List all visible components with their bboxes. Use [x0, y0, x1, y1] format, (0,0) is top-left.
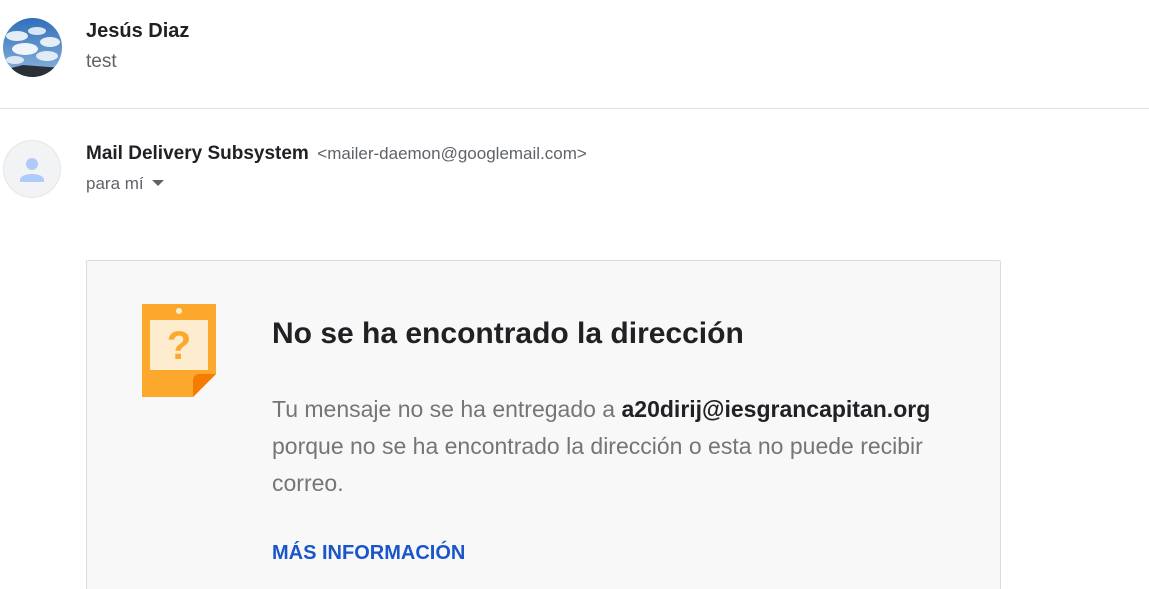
- question-mark-note-icon: ?: [142, 304, 216, 399]
- bounce-title: No se ha encontrado la dirección: [272, 317, 744, 350]
- sky-photo-avatar-icon: [3, 18, 62, 77]
- undelivered-address: a20dirij@iesgrancapitan.org: [621, 396, 931, 422]
- sender-avatar-default: [3, 140, 61, 198]
- sender-avatar-photo: [3, 18, 62, 77]
- sender-email: <mailer-daemon@googlemail.com>: [317, 144, 587, 163]
- collapsed-message[interactable]: Jesús Diaz test: [0, 0, 1149, 109]
- chevron-down-icon[interactable]: [151, 179, 164, 186]
- bounce-message-suffix: porque no se ha encontrado la dirección …: [272, 433, 923, 496]
- sender-name[interactable]: Mail Delivery Subsystem: [86, 143, 309, 164]
- default-person-avatar-icon: [20, 158, 44, 182]
- bounce-message: Tu mensaje no se ha entregado a a20dirij…: [272, 391, 972, 502]
- email-thread-view: Jesús Diaz test Mail Delivery Subsystem …: [0, 0, 1149, 589]
- sender-line: Mail Delivery Subsystem <mailer-daemon@g…: [86, 143, 587, 165]
- recipient-label: para mí: [86, 174, 144, 193]
- svg-text:?: ?: [167, 324, 191, 368]
- more-info-link[interactable]: MÁS INFORMACIÓN: [272, 542, 465, 565]
- message-snippet: test: [86, 51, 117, 72]
- recipient-details-toggle[interactable]: para mí: [86, 174, 164, 194]
- bounce-notification-card: ? No se ha encontrado la dirección Tu me…: [86, 260, 1001, 589]
- collapsed-sender-name: Jesús Diaz: [86, 20, 190, 42]
- bounce-message-prefix: Tu mensaje no se ha entregado a: [272, 396, 622, 422]
